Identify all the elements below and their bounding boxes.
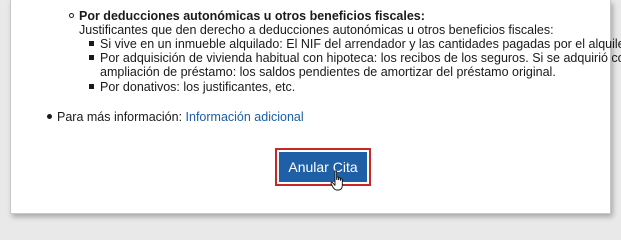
section-description: Justificantes que den derecho a deduccio… (79, 23, 554, 37)
square-bullet-icon (89, 55, 94, 60)
disc-bullet-icon (47, 114, 52, 119)
list-item: Por donativos: los justificantes, etc. (100, 80, 610, 94)
list-item-line: Por donativos: los justificantes, etc. (100, 80, 296, 94)
list-item: Si vive en un inmueble alquilado: El NIF… (100, 37, 621, 51)
cancel-appointment-focus-frame: Anular Cita (275, 148, 371, 186)
hand-pointer-icon (330, 170, 343, 191)
list-item-line: ampliación de préstamo: los saldos pendi… (100, 65, 556, 79)
list-item: Por adquisición de vivienda habitual con… (100, 51, 621, 79)
square-bullet-icon (89, 84, 94, 89)
content-panel: Por deducciones autonómicas u otros bene… (10, 0, 621, 214)
more-info-link[interactable]: Información adicional (186, 110, 304, 124)
circle-bullet-icon (69, 13, 74, 18)
cancel-appointment-button[interactable]: Anular Cita (279, 152, 367, 182)
section-title: Por deducciones autonómicas u otros bene… (79, 9, 425, 23)
more-info-label: Para más información: (57, 110, 186, 124)
more-info: Para más información: Información adicio… (57, 110, 304, 124)
square-bullet-icon (89, 41, 94, 46)
list-item-line: Si vive en un inmueble alquilado: El NIF… (100, 37, 621, 51)
list-item-line: Por adquisición de vivienda habitual con… (100, 51, 621, 65)
